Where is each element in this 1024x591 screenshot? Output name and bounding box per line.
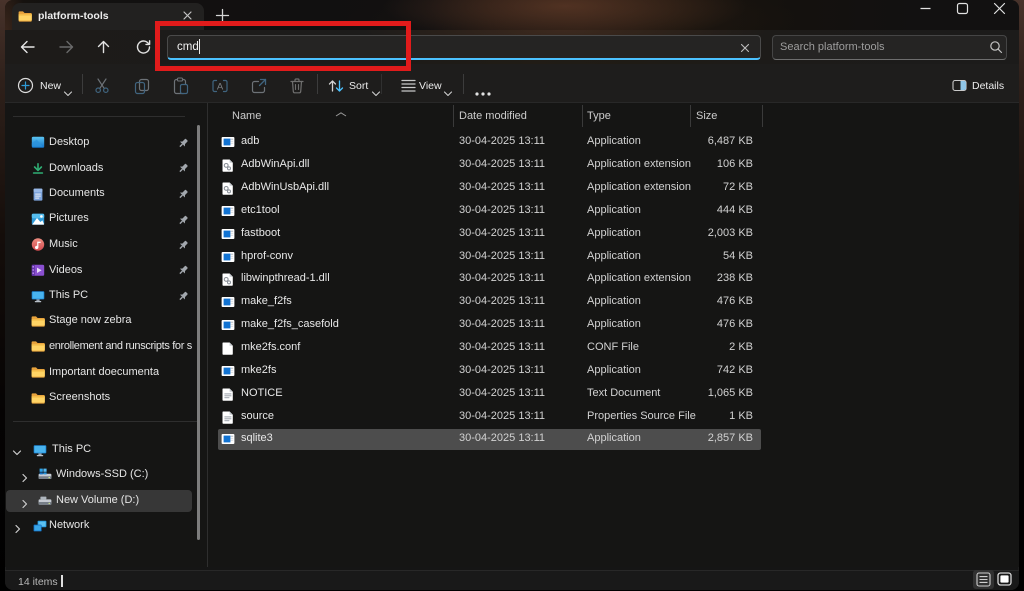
svg-text:A: A [217, 82, 224, 93]
